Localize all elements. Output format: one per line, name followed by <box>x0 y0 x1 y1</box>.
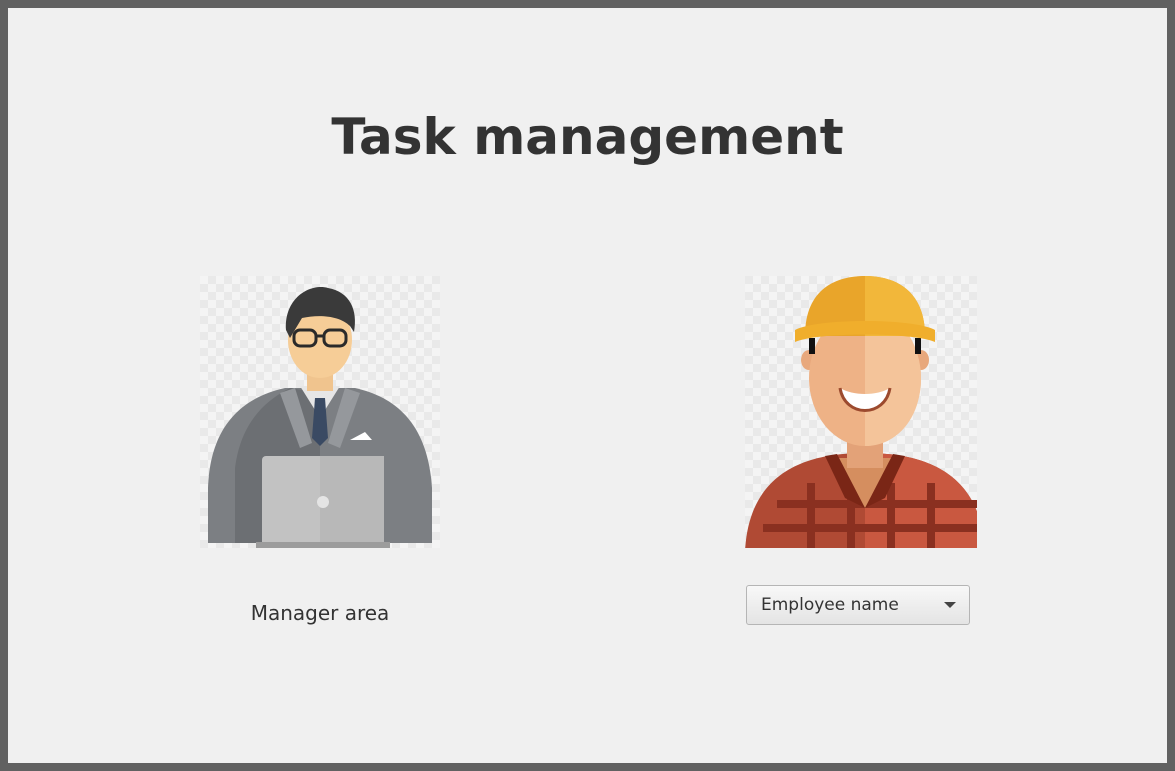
app-window: Task management Manager area Employee na… <box>0 0 1175 771</box>
page-title: Task management <box>331 108 844 166</box>
chevron-down-icon <box>944 602 956 608</box>
manager-avatar-icon[interactable] <box>200 268 440 548</box>
manager-area-link[interactable]: Manager area <box>200 598 440 628</box>
employee-avatar-icon <box>737 268 977 548</box>
employee-select-value: Employee name <box>761 595 899 615</box>
employee-name-select[interactable]: Employee name <box>746 585 970 625</box>
